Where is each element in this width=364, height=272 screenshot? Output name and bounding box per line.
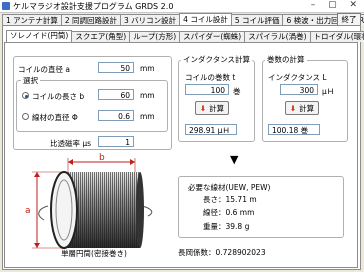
- triangle-down-icon: ▼: [230, 153, 239, 166]
- wire-length: 長さ：15.71 m: [203, 195, 257, 204]
- arrow-down-icon: ⬇: [289, 104, 297, 113]
- wire-radio[interactable]: [22, 113, 29, 120]
- wire-input[interactable]: 0.6: [98, 110, 134, 121]
- title-bar: ケルマラジオ設計支援プログラム GRDS 2.0 – ▢ ✕: [0, 0, 364, 13]
- app-icon: [2, 2, 10, 10]
- turns-label: コイルの巻数 t: [185, 73, 236, 82]
- tab-solenoid[interactable]: ソレノイド(円筒): [6, 30, 73, 42]
- calc-inductance-button[interactable]: ⬇ 計算: [195, 101, 229, 115]
- diameter-input[interactable]: 50: [98, 62, 134, 73]
- wire-unit: mm: [140, 112, 155, 121]
- coil-diagram: a b 単層円筒(密接巻き): [25, 153, 153, 258]
- inductance-target-label: インダクタンス L: [268, 73, 327, 82]
- inductance-result[interactable]: 298.91 μＨ: [185, 124, 237, 135]
- diagram-caption: 単層円筒(密接巻き): [61, 248, 127, 258]
- inductance-target-input[interactable]: 300: [280, 84, 318, 95]
- tab-toroidal[interactable]: トロイダル(環状): [309, 31, 364, 42]
- tab-spiral[interactable]: スパイラル(渦巻): [244, 31, 311, 42]
- tab-spider[interactable]: スパイダー(蜘蛛): [179, 31, 246, 42]
- calc-inductance-label: 計算: [209, 104, 225, 113]
- turns-unit: 巻: [233, 87, 241, 96]
- tab-square[interactable]: スクエア(角型): [71, 31, 131, 42]
- turns-result[interactable]: 100.18 巻: [268, 124, 320, 135]
- app-window: ケルマラジオ設計支援プログラム GRDS 2.0 – ▢ ✕ 1 アンテナ計算 2…: [0, 0, 364, 272]
- diameter-dim-label: a: [25, 206, 31, 216]
- length-dim-label: b: [99, 153, 105, 163]
- wire-diameter: 線径：0.6 mm: [203, 208, 255, 217]
- window-controls[interactable]: – ▢ ✕: [311, 0, 362, 11]
- nagaoka-coefficient: 長岡係数：0.728902023: [178, 248, 266, 257]
- selection-legend: 選択: [21, 75, 40, 86]
- length-label: コイルの長さ b: [32, 92, 85, 101]
- wire-label: 線材の直径 Φ: [32, 113, 78, 122]
- length-unit: mm: [140, 91, 155, 100]
- arrow-down-icon: ⬇: [199, 104, 207, 113]
- permeability-label: 比透磁率 μs: [50, 139, 92, 148]
- diameter-unit: mm: [140, 64, 155, 73]
- wire-weight: 重量：39.8 g: [203, 222, 250, 231]
- length-radio[interactable]: [22, 92, 29, 99]
- calc-turns-button[interactable]: ⬇ 計算: [285, 101, 319, 115]
- tab-loop[interactable]: ループ(方形): [129, 31, 181, 42]
- window-title: ケルマラジオ設計支援プログラム GRDS 2.0: [13, 2, 174, 11]
- coil-type-tab-bar: ソレノイド(円筒) スクエア(角型) ループ(方形) スパイダー(蜘蛛) スパイラル(渦…: [6, 30, 364, 42]
- selection-group: [16, 80, 168, 132]
- turns-calc-title: 巻数の計算: [265, 54, 307, 65]
- inductance-target-unit: μＨ: [322, 87, 335, 96]
- permeability-input[interactable]: 1: [98, 136, 134, 147]
- calc-turns-label: 計算: [299, 104, 315, 113]
- diameter-label: コイルの直径 a: [18, 65, 70, 74]
- turns-input[interactable]: 100: [185, 84, 229, 95]
- inductance-calc-title: インダクタンス計算: [181, 54, 253, 65]
- length-input[interactable]: 60: [98, 89, 134, 100]
- wire-info-title: 必要な線材(UEW, PEW): [188, 183, 271, 192]
- main-tab-bar: 1 アンテナ計算 2 同調回路設計 3 バリコン設計 4 コイル設計 5 コイル評価 6 …: [2, 13, 364, 26]
